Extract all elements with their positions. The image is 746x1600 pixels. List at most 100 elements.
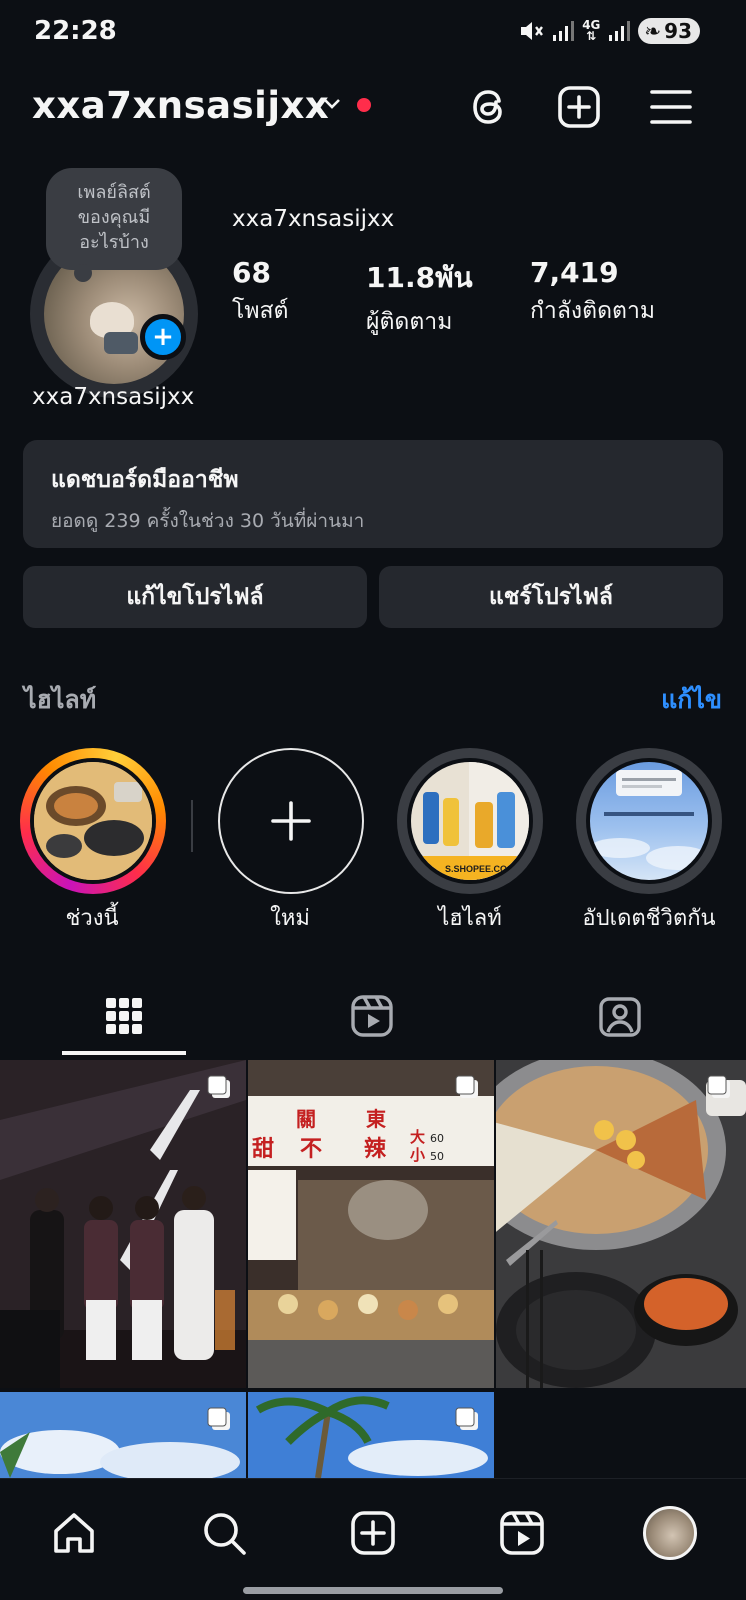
dashboard-title: แดชบอร์ดมืออาชีพ xyxy=(51,467,239,493)
tab-posts-grid[interactable] xyxy=(0,975,248,1057)
profile-tabs xyxy=(0,975,746,1057)
new-highlight-button[interactable] xyxy=(218,748,364,894)
note-line: อะไรบ้าง xyxy=(79,232,149,253)
highlight-saved[interactable]: S.SHOPEE.CO.TH xyxy=(397,748,543,894)
stall-sign-char: 辣 xyxy=(364,1136,387,1162)
threads-icon xyxy=(473,90,502,124)
nav-search[interactable] xyxy=(196,1505,252,1561)
multi-photo-icon xyxy=(707,1075,730,1098)
multi-photo-icon xyxy=(207,1075,230,1098)
account-switcher-username[interactable]: xxa7xnsasijxx xyxy=(32,84,329,127)
data-arrows-icon: ⇅ xyxy=(586,29,597,43)
notification-dot xyxy=(357,98,371,112)
stall-sign-char: 不 xyxy=(300,1137,322,1162)
posts-count: 68 xyxy=(232,256,271,289)
highlight-recent[interactable] xyxy=(20,748,166,894)
plus-icon: + xyxy=(152,322,174,352)
status-bar: 22:28 4G ⇅ ❧ 93 xyxy=(0,0,746,64)
battery-level: 93 xyxy=(664,19,692,43)
hamburger-menu-icon xyxy=(650,90,692,124)
signal-icon xyxy=(609,21,631,41)
search-icon xyxy=(204,1513,246,1555)
nav-reels[interactable] xyxy=(494,1505,550,1561)
edit-profile-button[interactable]: แก้ไขโปรไฟล์ xyxy=(23,566,367,628)
highlight-life-update[interactable] xyxy=(576,748,722,894)
highlight-label: อัปเดตชีวิตกัน xyxy=(582,906,716,931)
post-thumbnail[interactable] xyxy=(496,1060,746,1388)
share-profile-button[interactable]: แชร์โปรไฟล์ xyxy=(379,566,723,628)
plus-square-icon xyxy=(351,1511,395,1555)
profile-avatar-icon xyxy=(643,1506,697,1560)
multi-photo-icon xyxy=(455,1075,478,1098)
highlights-edit-link[interactable]: แก้ไข xyxy=(661,680,722,720)
stall-price-char: 大 xyxy=(410,1128,425,1146)
following-label: กำลังติดตาม xyxy=(530,298,656,324)
multi-photo-icon xyxy=(455,1407,478,1430)
status-time: 22:28 xyxy=(34,16,117,46)
note-bubble[interactable]: เพลย์ลิสต์ ของคุณมี อะไรบ้าง xyxy=(46,168,182,270)
note-bubble-tail xyxy=(74,264,92,282)
tab-tagged[interactable] xyxy=(496,975,744,1057)
signal-icon xyxy=(553,21,575,41)
post-thumbnail[interactable] xyxy=(0,1392,246,1478)
leaf-icon: ❧ xyxy=(644,19,662,43)
highlight-cover xyxy=(30,758,156,884)
post-thumbnail[interactable] xyxy=(0,1060,246,1388)
network-type: 4G ⇅ xyxy=(582,19,600,43)
profile-name: xxa7xnsasijxx xyxy=(32,384,195,410)
create-button[interactable] xyxy=(554,82,604,132)
reels-icon xyxy=(500,1511,544,1555)
tagged-person-icon xyxy=(599,997,641,1037)
home-indicator[interactable] xyxy=(243,1587,503,1594)
profile-section: เพลย์ลิสต์ ของคุณมี อะไรบ้าง + xxa7xnsas… xyxy=(0,160,746,420)
nav-home[interactable] xyxy=(46,1505,102,1561)
stall-price-value: 60 xyxy=(430,1132,444,1145)
avatar-figure-lower xyxy=(104,332,138,354)
highlight-divider xyxy=(191,800,193,852)
nav-profile[interactable] xyxy=(642,1505,698,1561)
highlight-cover: S.SHOPEE.CO.TH xyxy=(407,758,533,884)
followers-label: ผู้ติดตาม xyxy=(366,309,453,335)
threads-button[interactable] xyxy=(464,82,514,132)
menu-button[interactable] xyxy=(646,82,696,132)
post-thumbnail[interactable]: 關 東 甜 不 辣 大 小 60 50 xyxy=(248,1060,494,1388)
plus-icon xyxy=(271,801,311,841)
profile-display-name: xxa7xnsasijxx xyxy=(232,206,395,232)
profile-header: xxa7xnsasijxx xyxy=(0,78,746,138)
reels-icon xyxy=(351,995,393,1037)
add-story-button[interactable]: + xyxy=(140,314,186,360)
stall-price-value: 50 xyxy=(430,1150,444,1163)
food-stall-photo: 關 東 甜 不 辣 大 小 60 50 xyxy=(248,1060,494,1388)
stall-sign-char: 關 xyxy=(296,1107,316,1131)
following-stat[interactable]: 7,419 กำลังติดตาม xyxy=(530,256,655,329)
status-icons: 4G ⇅ ❧ 93 xyxy=(518,18,700,44)
followers-stat[interactable]: 11.8พัน ผู้ติดตาม xyxy=(366,256,473,340)
nav-create[interactable] xyxy=(345,1505,401,1561)
food-photo xyxy=(34,762,152,880)
posts-stat[interactable]: 68 โพสต์ xyxy=(232,256,289,329)
bottom-navigation xyxy=(0,1478,746,1600)
chevron-down-icon[interactable] xyxy=(322,96,342,112)
professional-dashboard-card[interactable]: แดชบอร์ดมืออาชีพ ยอดดู 239 ครั้งในช่วง 3… xyxy=(23,440,723,548)
sky-photo xyxy=(590,770,708,870)
highlight-label: ใหม่ xyxy=(270,906,310,931)
posts-label: โพสต์ xyxy=(232,298,289,324)
highlight-label: ช่วงนี้ xyxy=(65,906,119,931)
tab-reels[interactable] xyxy=(248,975,496,1057)
post-thumbnail[interactable] xyxy=(248,1392,494,1478)
stage-photo xyxy=(0,1060,246,1388)
palm-sky-photo xyxy=(248,1392,494,1478)
stall-price-char: 小 xyxy=(410,1146,425,1164)
note-line: ของคุณมี xyxy=(77,207,151,228)
highlight-label: ไฮไลท์ xyxy=(438,906,502,931)
stall-sign-char: 甜 xyxy=(252,1136,274,1162)
active-tab-indicator xyxy=(62,1051,186,1055)
highlight-cover xyxy=(586,758,712,884)
grid-icon xyxy=(106,998,142,1034)
multi-photo-icon xyxy=(207,1407,230,1430)
following-count: 7,419 xyxy=(530,256,619,289)
plus-square-icon xyxy=(558,86,600,128)
highlights-title: ไฮไลท์ xyxy=(24,685,97,714)
home-icon xyxy=(54,1513,94,1553)
dashboard-subtitle: ยอดดู 239 ครั้งในช่วง 30 วันที่ผ่านมา xyxy=(51,510,365,532)
